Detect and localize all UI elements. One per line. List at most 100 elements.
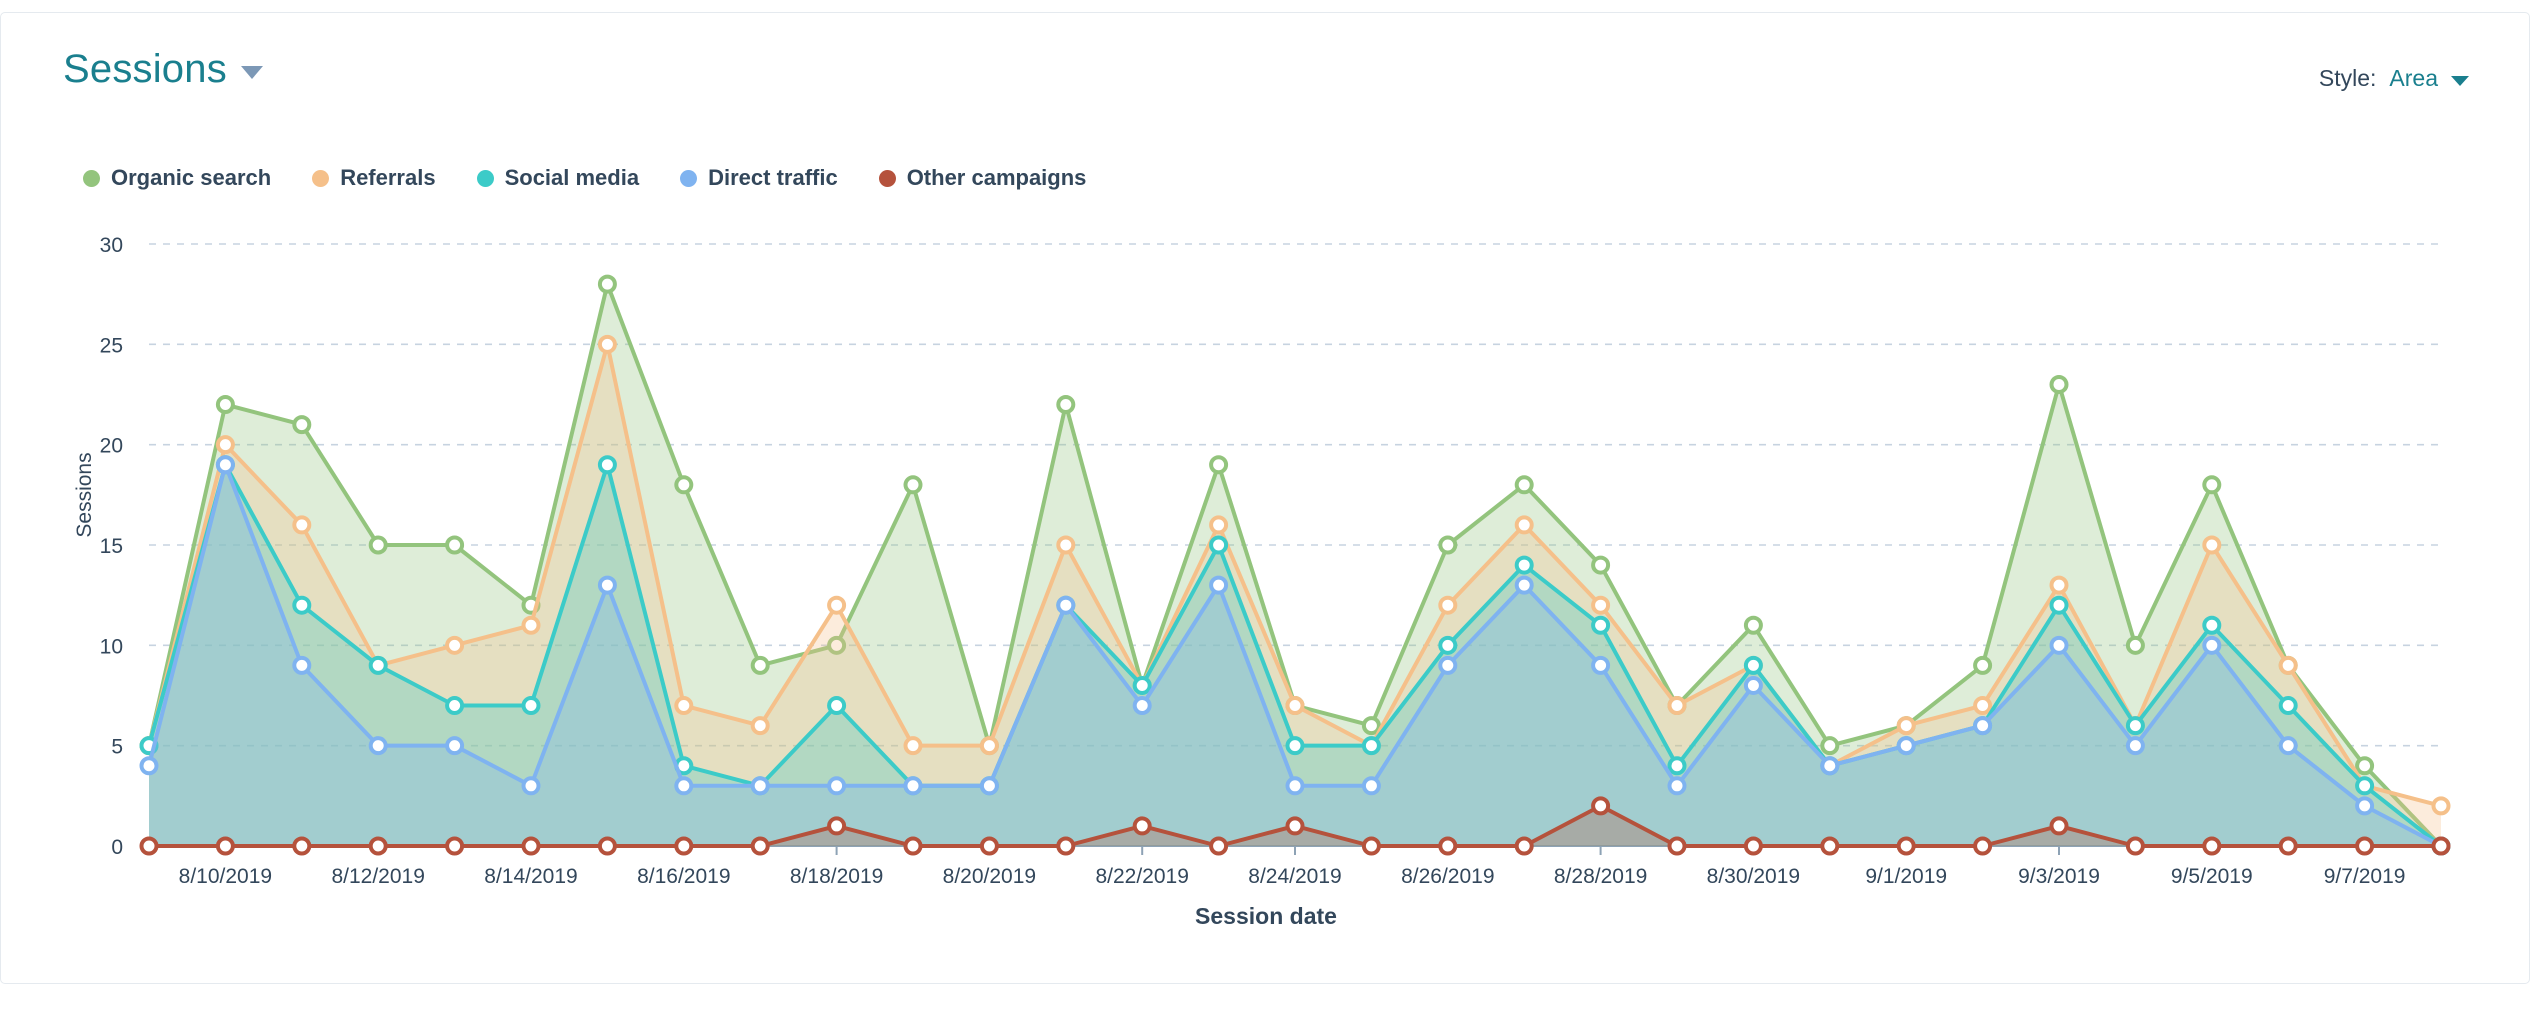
data-point-marker[interactable]: [1820, 756, 1840, 776]
data-point-marker[interactable]: [292, 836, 312, 856]
data-point-marker[interactable]: [2202, 635, 2222, 655]
data-point-marker[interactable]: [674, 756, 694, 776]
data-point-marker[interactable]: [1209, 535, 1229, 555]
data-point-marker[interactable]: [368, 655, 388, 675]
data-point-marker[interactable]: [2049, 635, 2069, 655]
data-point-marker[interactable]: [1438, 595, 1458, 615]
data-point-marker[interactable]: [597, 455, 617, 475]
legend-item[interactable]: Direct traffic: [680, 165, 838, 191]
data-point-marker[interactable]: [1209, 455, 1229, 475]
data-point-marker[interactable]: [2049, 816, 2069, 836]
data-point-marker[interactable]: [1285, 696, 1305, 716]
data-point-marker[interactable]: [2049, 575, 2069, 595]
data-point-marker[interactable]: [1285, 776, 1305, 796]
data-point-marker[interactable]: [1667, 696, 1687, 716]
data-point-marker[interactable]: [1514, 475, 1534, 495]
data-point-marker[interactable]: [1056, 595, 1076, 615]
style-value[interactable]: Area: [2389, 65, 2438, 92]
data-point-marker[interactable]: [2431, 796, 2451, 816]
data-point-marker[interactable]: [1361, 736, 1381, 756]
data-point-marker[interactable]: [1591, 595, 1611, 615]
data-point-marker[interactable]: [1514, 555, 1534, 575]
data-point-marker[interactable]: [445, 696, 465, 716]
data-point-marker[interactable]: [215, 455, 235, 475]
data-point-marker[interactable]: [1667, 756, 1687, 776]
data-point-marker[interactable]: [1132, 696, 1152, 716]
data-point-marker[interactable]: [1743, 675, 1763, 695]
data-point-marker[interactable]: [2355, 756, 2375, 776]
data-point-marker[interactable]: [2049, 374, 2069, 394]
data-point-marker[interactable]: [292, 655, 312, 675]
data-point-marker[interactable]: [445, 535, 465, 555]
data-point-marker[interactable]: [2278, 655, 2298, 675]
chevron-down-icon[interactable]: [2451, 75, 2469, 86]
data-point-marker[interactable]: [368, 535, 388, 555]
data-point-marker[interactable]: [2431, 836, 2451, 856]
data-point-marker[interactable]: [2278, 655, 2298, 675]
data-point-marker[interactable]: [139, 736, 159, 756]
data-point-marker[interactable]: [215, 836, 235, 856]
data-point-marker[interactable]: [2049, 595, 2069, 615]
data-point-marker[interactable]: [2355, 776, 2375, 796]
data-point-marker[interactable]: [1896, 716, 1916, 736]
data-point-marker[interactable]: [1361, 836, 1381, 856]
data-point-marker[interactable]: [2355, 836, 2375, 856]
data-point-marker[interactable]: [215, 395, 235, 415]
data-point-marker[interactable]: [827, 816, 847, 836]
data-point-marker[interactable]: [674, 696, 694, 716]
data-point-marker[interactable]: [1591, 655, 1611, 675]
data-point-marker[interactable]: [1820, 756, 1840, 776]
data-point-marker[interactable]: [521, 595, 541, 615]
metric-selector[interactable]: Sessions: [63, 49, 263, 89]
legend-item[interactable]: Referrals: [312, 165, 436, 191]
data-point-marker[interactable]: [597, 334, 617, 354]
data-point-marker[interactable]: [1820, 736, 1840, 756]
data-point-marker[interactable]: [1285, 696, 1305, 716]
data-point-marker[interactable]: [903, 776, 923, 796]
data-point-marker[interactable]: [1973, 655, 1993, 675]
data-point-marker[interactable]: [139, 756, 159, 776]
data-point-marker[interactable]: [521, 615, 541, 635]
data-point-marker[interactable]: [1743, 655, 1763, 675]
data-point-marker[interactable]: [368, 655, 388, 675]
style-selector[interactable]: Style: Area: [2319, 65, 2469, 92]
data-point-marker[interactable]: [1667, 776, 1687, 796]
data-point-marker[interactable]: [2125, 716, 2145, 736]
data-point-marker[interactable]: [2431, 836, 2451, 856]
data-point-marker[interactable]: [597, 575, 617, 595]
data-point-marker[interactable]: [292, 515, 312, 535]
data-point-marker[interactable]: [979, 736, 999, 756]
data-point-marker[interactable]: [2202, 535, 2222, 555]
data-point-marker[interactable]: [2278, 736, 2298, 756]
data-point-marker[interactable]: [2202, 836, 2222, 856]
data-point-marker[interactable]: [674, 836, 694, 856]
data-point-marker[interactable]: [1056, 836, 1076, 856]
data-point-marker[interactable]: [979, 836, 999, 856]
data-point-marker[interactable]: [1896, 836, 1916, 856]
data-point-marker[interactable]: [445, 635, 465, 655]
data-point-marker[interactable]: [139, 736, 159, 756]
data-point-marker[interactable]: [1743, 836, 1763, 856]
data-point-marker[interactable]: [2125, 836, 2145, 856]
data-point-marker[interactable]: [2355, 776, 2375, 796]
data-point-marker[interactable]: [1132, 816, 1152, 836]
data-point-marker[interactable]: [1132, 675, 1152, 695]
data-point-marker[interactable]: [1591, 555, 1611, 575]
data-point-marker[interactable]: [1132, 675, 1152, 695]
data-point-marker[interactable]: [1667, 836, 1687, 856]
data-point-marker[interactable]: [215, 435, 235, 455]
data-point-marker[interactable]: [1438, 655, 1458, 675]
data-point-marker[interactable]: [215, 455, 235, 475]
data-point-marker[interactable]: [1056, 595, 1076, 615]
data-point-marker[interactable]: [1514, 575, 1534, 595]
data-point-marker[interactable]: [1896, 736, 1916, 756]
data-point-marker[interactable]: [1285, 816, 1305, 836]
data-point-marker[interactable]: [292, 415, 312, 435]
data-point-marker[interactable]: [1820, 756, 1840, 776]
data-point-marker[interactable]: [1896, 716, 1916, 736]
legend-item[interactable]: Other campaigns: [878, 165, 1086, 191]
data-point-marker[interactable]: [750, 836, 770, 856]
data-point-marker[interactable]: [750, 716, 770, 736]
data-point-marker[interactable]: [597, 274, 617, 294]
data-point-marker[interactable]: [2431, 836, 2451, 856]
